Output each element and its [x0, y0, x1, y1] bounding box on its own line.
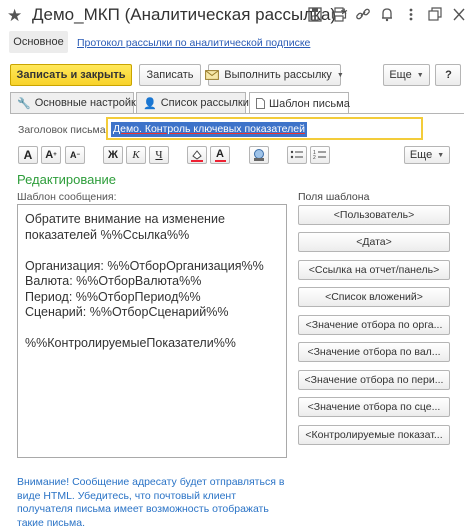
font-shrink-button[interactable]: A − — [65, 146, 85, 164]
svg-text:2: 2 — [313, 155, 316, 161]
save-icon[interactable] — [307, 6, 323, 23]
italic-button[interactable]: К — [126, 146, 146, 164]
document-icon — [256, 98, 265, 109]
field-report-link-button[interactable]: <Ссылка на отчет/панель> — [298, 260, 450, 280]
field-filter-scenario-button[interactable]: <Значение отбора по сце... — [298, 397, 450, 417]
editor-line: показателей %%Ссылка%% — [25, 227, 190, 242]
editor-line: Организация: %%ОтборОрганизация%% — [25, 258, 264, 273]
tab-label: Список рассылки — [160, 97, 249, 109]
run-mailing-button[interactable]: Выполнить рассылку ▼ — [205, 64, 344, 86]
close-icon[interactable] — [451, 6, 467, 23]
chevron-down-icon: ▼ — [437, 151, 445, 159]
bullet-list-icon[interactable] — [287, 146, 307, 164]
window-title: Демо_МКП (Аналитическая рассылка) * — [32, 5, 348, 24]
tab-divider — [10, 113, 464, 114]
field-filter-organization-button[interactable]: <Значение отбора по орга... — [298, 315, 450, 335]
users-icon: 👤 — [143, 97, 157, 110]
subject-label: Заголовок письма: — [18, 124, 109, 136]
editor-line: Период: %%ОтборПериод%% — [25, 289, 201, 304]
format-more-button[interactable]: Еще ▼ — [404, 146, 450, 164]
tab-letter-template[interactable]: Шаблон письма — [249, 92, 350, 114]
underline-button[interactable]: Ч — [149, 146, 169, 164]
font-larger-button[interactable]: A — [18, 146, 38, 164]
editor-line: %%КонтролируемыеПоказатели%% — [25, 336, 236, 350]
text-color-icon[interactable]: A — [210, 146, 230, 164]
field-controlled-indicators-button[interactable]: <Контролируемые показат... — [298, 425, 450, 445]
field-filter-currency-button[interactable]: <Значение отбора по вал... — [298, 342, 450, 362]
numbered-list-icon[interactable]: 12 — [310, 146, 330, 164]
chevron-down-icon: ▼ — [336, 71, 344, 79]
nav-protocol-link[interactable]: Протокол рассылки по аналитической подпи… — [77, 37, 310, 49]
message-template-label: Шаблон сообщения: — [17, 191, 117, 203]
highlight-color-icon[interactable] — [187, 146, 207, 164]
nav-main[interactable]: Основное — [9, 31, 68, 53]
restore-icon[interactable] — [427, 6, 443, 23]
field-attachments-button[interactable]: <Список вложений> — [298, 287, 450, 307]
wrench-icon: 🔧 — [17, 97, 31, 110]
tab-label: Основные настройки — [34, 97, 143, 109]
format-more-label: Еще — [409, 149, 433, 161]
save-button[interactable]: Записать — [139, 64, 201, 86]
html-notice: Внимание! Сообщение адресату будет отпра… — [17, 476, 285, 529]
run-mailing-label: Выполнить рассылку — [224, 69, 332, 81]
star-icon[interactable]: ★ — [7, 6, 22, 26]
editing-section-title: Редактирование — [17, 172, 117, 187]
chevron-down-icon: ▼ — [416, 71, 424, 79]
bell-icon[interactable] — [379, 6, 395, 23]
template-fields-title: Поля шаблона — [298, 191, 370, 203]
field-date-button[interactable]: <Дата> — [298, 232, 450, 252]
save-and-close-button[interactable]: Записать и закрыть — [10, 64, 132, 86]
subject-value: Демо. Контроль ключевых показателей — [111, 122, 307, 137]
subject-input[interactable]: Демо. Контроль ключевых показателей — [106, 117, 423, 140]
message-editor[interactable]: Обратите внимание на изменение показател… — [17, 204, 287, 458]
bold-button[interactable]: Ж — [103, 146, 123, 164]
envelope-icon — [205, 70, 220, 80]
tab-label: Шаблон письма — [269, 97, 350, 110]
editor-line: Сценарий: %%ОтборСценарий%% — [25, 305, 229, 319]
editor-line: Валюта: %%ОтборВалюта%% — [25, 274, 202, 288]
help-button[interactable]: ? — [435, 64, 461, 86]
tab-mailing-list[interactable]: 👤 Список рассылки — [136, 92, 249, 113]
field-filter-period-button[interactable]: <Значение отбора по пери... — [298, 370, 450, 390]
print-icon[interactable] — [331, 6, 347, 23]
insert-image-icon[interactable] — [249, 146, 269, 164]
link-icon[interactable] — [355, 6, 371, 23]
editor-line: Обратите внимание на изменение — [25, 212, 225, 226]
tab-main-settings[interactable]: 🔧 Основные настройки — [10, 92, 142, 113]
more-label: Еще — [389, 69, 412, 81]
more-icon[interactable] — [403, 6, 419, 23]
font-grow-button[interactable]: A + — [41, 146, 61, 164]
more-button[interactable]: Еще ▼ — [383, 64, 430, 86]
field-user-button[interactable]: <Пользователь> — [298, 205, 450, 225]
